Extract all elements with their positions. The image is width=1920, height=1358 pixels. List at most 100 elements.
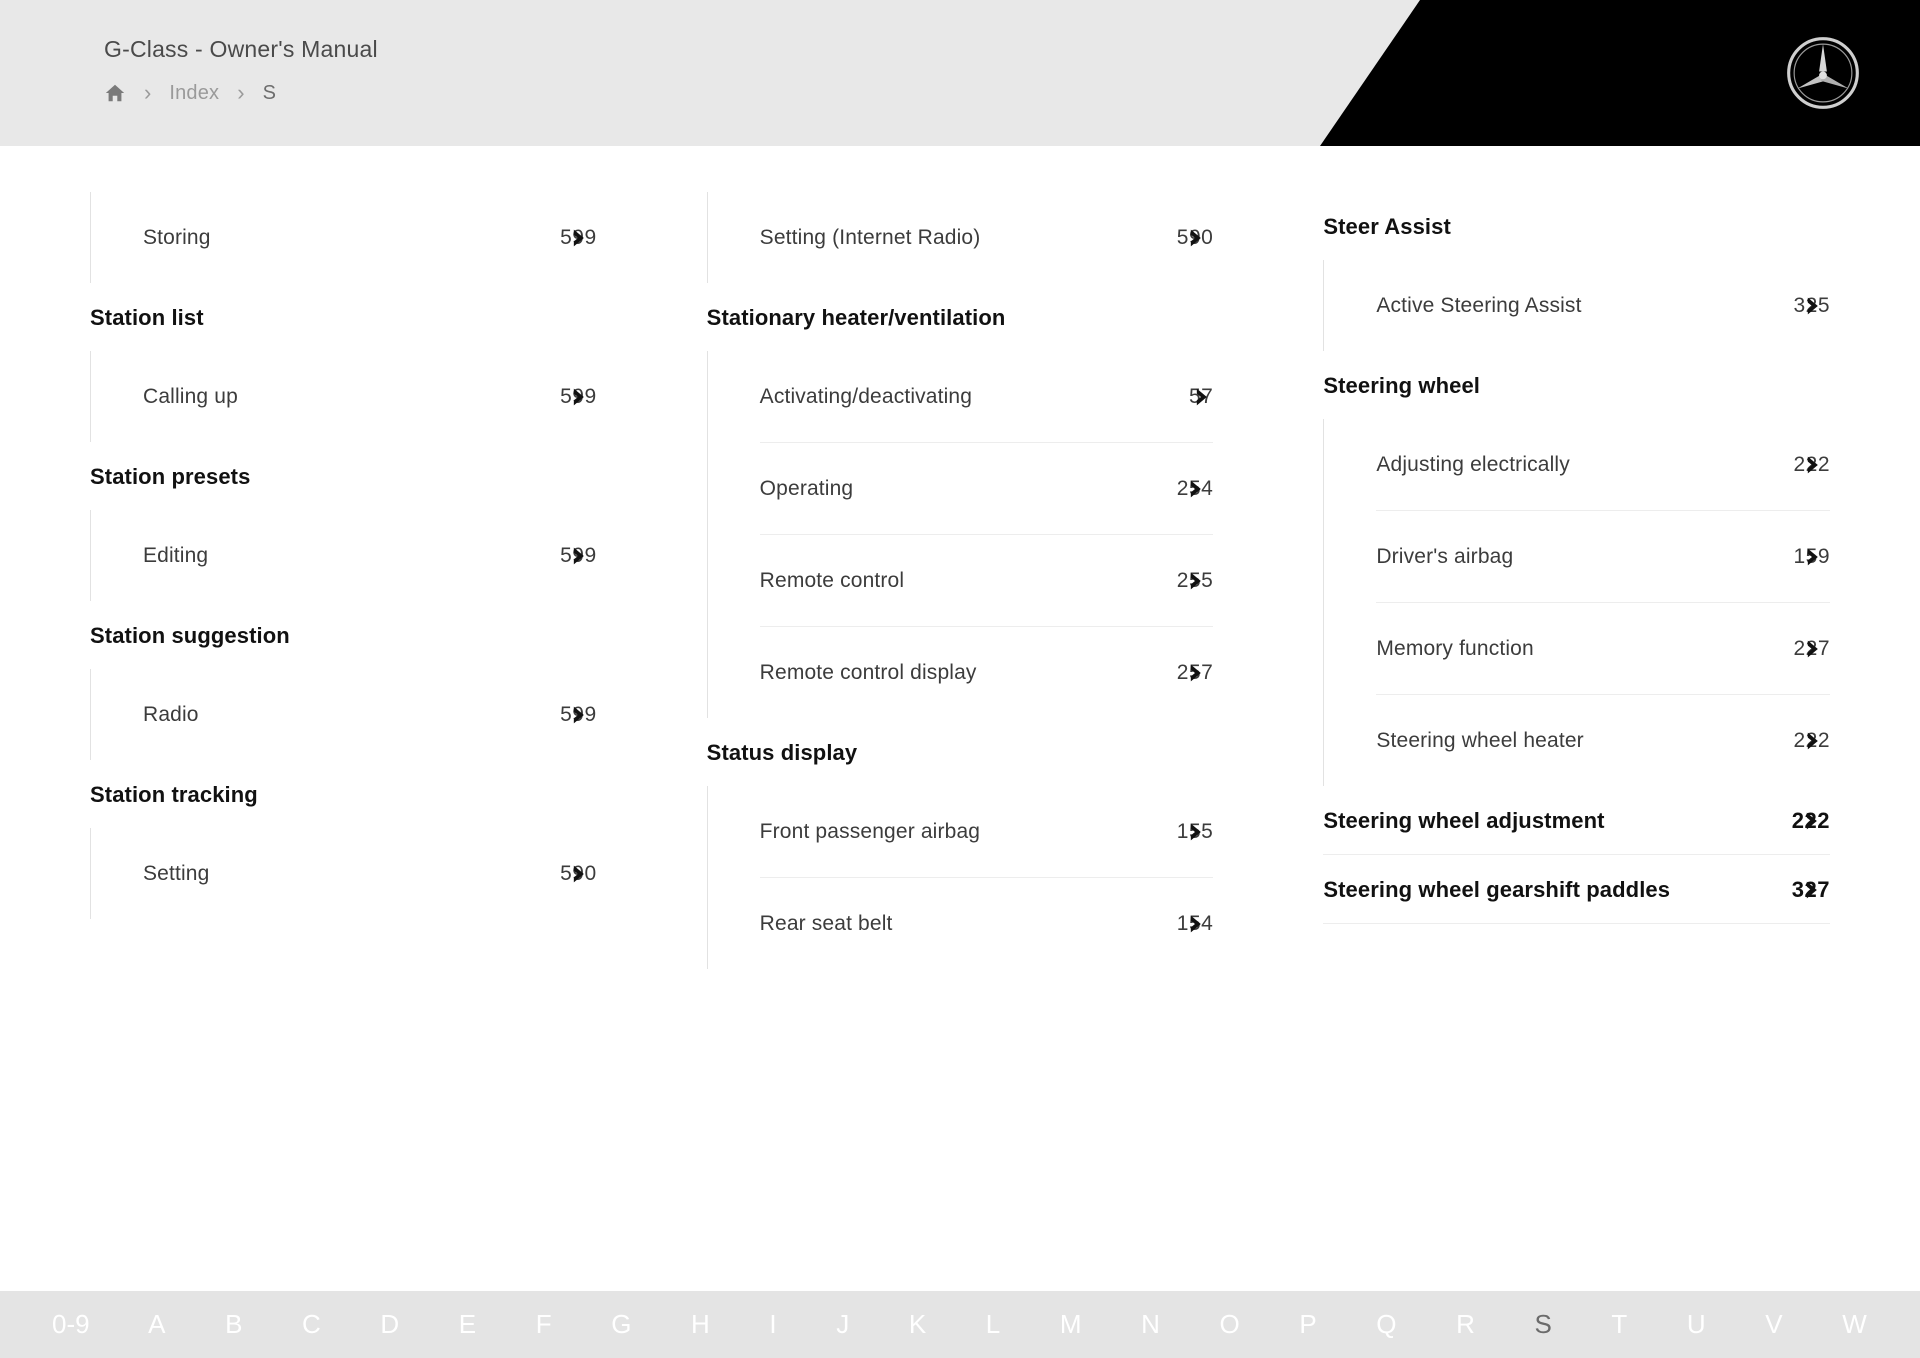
page-number: 222 (1791, 808, 1831, 833)
index-entry[interactable]: Remote control display 257 (760, 627, 1214, 718)
page-reference[interactable]: 590 (560, 862, 597, 886)
index-entry[interactable]: Calling up 599 (143, 351, 597, 442)
index-entry-list: Front passenger airbag 155 Rear seat belt 1… (706, 786, 1214, 969)
index-entry[interactable]: Steering wheel heater 222 (1376, 695, 1830, 786)
alphabet-letter-c[interactable]: C (302, 1309, 322, 1340)
page-reference[interactable]: 227 (1793, 637, 1830, 661)
alphabet-letter-j[interactable]: J (836, 1309, 850, 1340)
alphabet-letter-u[interactable]: U (1687, 1309, 1707, 1340)
home-icon[interactable] (104, 82, 126, 104)
index-entry[interactable]: Storing 599 (143, 192, 597, 283)
breadcrumb-item-index[interactable]: Index (169, 82, 219, 105)
page-reference[interactable]: 590 (1177, 226, 1214, 250)
index-group-heading-label: Station suggestion (90, 623, 290, 648)
index-entry[interactable]: Remote control 255 (759, 535, 1214, 627)
index-entry[interactable]: Rear seat belt 154 (760, 878, 1214, 969)
index-entry[interactable]: Memory function 227 (1376, 603, 1831, 695)
page-reference[interactable]: 222 (1793, 453, 1830, 477)
alphabet-letter-f[interactable]: F (536, 1309, 553, 1340)
index-entry-label: Operating (759, 477, 854, 500)
breadcrumb-separator-1: › (144, 80, 152, 105)
alphabet-letter-n[interactable]: N (1141, 1309, 1161, 1340)
index-entry-list: Editing 599 (90, 510, 597, 601)
index-entry[interactable]: Editing 599 (143, 510, 597, 601)
alphabet-letter-r[interactable]: R (1456, 1309, 1476, 1340)
page-number: 590 (560, 862, 597, 885)
index-group-heading[interactable]: Steer Assist (1323, 192, 1830, 260)
alphabet-letter-l[interactable]: L (986, 1309, 1001, 1340)
alphabet-letter-a[interactable]: A (148, 1309, 166, 1340)
alphabet-letter-t[interactable]: T (1611, 1309, 1628, 1340)
breadcrumb-separator-2: › (237, 80, 245, 105)
page-number: 159 (1793, 545, 1831, 568)
index-group: Storing 599 (90, 192, 597, 283)
index-group-heading[interactable]: Station tracking (90, 760, 597, 828)
alphabet-letter-k[interactable]: K (909, 1309, 927, 1340)
alphabet-letter-h[interactable]: H (691, 1309, 711, 1340)
index-group: Steering wheel gearshift paddles 327 (1323, 855, 1831, 924)
page-reference[interactable]: 57 (1189, 385, 1213, 409)
index-entry-label: Calling up (143, 385, 238, 408)
alphabet-letter-p[interactable]: P (1299, 1309, 1317, 1340)
index-group-heading[interactable]: Station suggestion (90, 601, 597, 669)
page-reference[interactable]: 599 (560, 544, 597, 568)
page-reference[interactable]: 599 (560, 703, 597, 727)
page-reference[interactable]: 257 (1177, 661, 1214, 685)
alphabet-letter-b[interactable]: B (225, 1309, 243, 1340)
alphabet-letter-d[interactable]: D (380, 1309, 400, 1340)
index-column: Storing 599 Station list Calling up 599 Stati… (90, 192, 597, 1291)
page-reference[interactable]: 599 (560, 226, 597, 250)
index-group-heading-label: Status display (706, 740, 858, 765)
index-group: Steering wheel Adjusting electrically 222 D… (1323, 351, 1831, 786)
index-group: Stationary heater/ventilation Activating/… (706, 283, 1214, 718)
page-reference[interactable]: 222 (1792, 808, 1830, 834)
page-number: 599 (560, 226, 597, 249)
page-reference[interactable]: 222 (1793, 729, 1830, 753)
alphabet-letter-o[interactable]: O (1219, 1309, 1240, 1340)
index-entry-label: Adjusting electrically (1376, 453, 1570, 476)
index-group-heading[interactable]: Station presets (90, 442, 597, 510)
page-reference[interactable]: 159 (1793, 545, 1830, 569)
alphabet-index-bar: 0-9 A B C D E F G H I J K L M N O P Q R S T U V W (0, 1291, 1920, 1358)
page-reference[interactable]: 327 (1792, 877, 1830, 903)
alphabet-letter-q[interactable]: Q (1376, 1309, 1397, 1340)
page-reference[interactable]: 325 (1793, 294, 1830, 318)
page-reference[interactable]: 255 (1177, 569, 1214, 593)
page-reference[interactable]: 155 (1177, 820, 1214, 844)
page-reference[interactable]: 599 (560, 385, 597, 409)
page-reference[interactable]: 154 (1177, 912, 1214, 936)
index-group-heading[interactable]: Steering wheel adjustment 222 (1323, 786, 1831, 855)
index-group-heading[interactable]: Steering wheel gearshift paddles 327 (1323, 855, 1831, 924)
index-entry[interactable]: Front passenger airbag 155 (759, 786, 1214, 878)
index-entry-label: Remote control (759, 569, 905, 592)
alphabet-letter-v[interactable]: V (1765, 1309, 1783, 1340)
index-group-heading[interactable]: Steering wheel (1323, 351, 1830, 419)
index-entry[interactable]: Activating/deactivating 57 (759, 351, 1214, 443)
index-entry[interactable]: Setting (Internet Radio) 590 (760, 192, 1214, 283)
index-entry[interactable]: Operating 254 (759, 443, 1214, 535)
index-entry[interactable]: Setting 590 (143, 828, 597, 919)
alphabet-letter-s[interactable]: S (1534, 1309, 1552, 1340)
index-entry[interactable]: Driver's airbag 159 (1376, 511, 1831, 603)
index-group-heading-label: Stationary heater/ventilation (706, 305, 1006, 330)
index-group: Steering wheel adjustment 222 (1323, 786, 1831, 855)
index-entry-list: Radio 599 (90, 669, 597, 760)
index-group: Station suggestion Radio 599 (90, 601, 597, 760)
index-entry[interactable]: Radio 599 (143, 669, 597, 760)
index-entry-label: Setting (143, 862, 210, 885)
index-group: Status display Front passenger airbag 155 R… (706, 718, 1214, 969)
alphabet-letter-w[interactable]: W (1842, 1309, 1868, 1340)
index-entry-list: Calling up 599 (90, 351, 597, 442)
index-entry[interactable]: Active Steering Assist 325 (1376, 260, 1830, 351)
breadcrumb: › Index › S (104, 78, 276, 108)
alphabet-letter-e[interactable]: E (459, 1309, 477, 1340)
index-group-heading[interactable]: Status display (707, 718, 1214, 786)
alphabet-letter-i[interactable]: I (769, 1309, 777, 1340)
index-group-heading[interactable]: Stationary heater/ventilation (707, 283, 1214, 351)
alphabet-letter-g[interactable]: G (611, 1309, 632, 1340)
alphabet-letter-09[interactable]: 0-9 (52, 1309, 90, 1340)
index-entry[interactable]: Adjusting electrically 222 (1376, 419, 1831, 511)
alphabet-letter-m[interactable]: M (1060, 1309, 1083, 1340)
page-reference[interactable]: 254 (1177, 477, 1214, 501)
index-group-heading[interactable]: Station list (90, 283, 597, 351)
